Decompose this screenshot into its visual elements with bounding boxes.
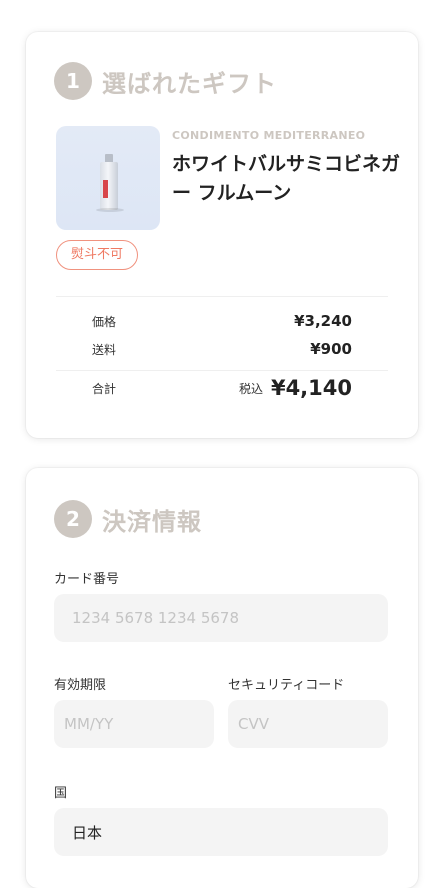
divider xyxy=(56,296,388,297)
bottle-label-icon xyxy=(103,180,108,198)
vinegar-bottle-image xyxy=(56,126,160,230)
payment-card: 2 決済情報 カード番号 有効期限 セキュリティコード 国 日本 xyxy=(26,468,418,888)
total-amount: 税込 ¥4,140 xyxy=(239,376,352,400)
step-number-badge: 2 xyxy=(54,500,92,538)
price-label: 価格 xyxy=(92,314,117,329)
bottle-shadow xyxy=(96,208,124,212)
price-row: 価格 ¥3,240 xyxy=(92,312,352,330)
card-number-label: カード番号 xyxy=(54,572,120,587)
country-label: 国 xyxy=(54,786,68,801)
total-value: ¥4,140 xyxy=(270,376,352,400)
total-row: 合計 税込 ¥4,140 xyxy=(92,376,352,400)
shipping-value: ¥900 xyxy=(310,340,352,358)
shipping-row: 送料 ¥900 xyxy=(92,340,352,358)
product-brand: CONDIMENTO MEDITERRANEO xyxy=(172,129,366,142)
card-number-input[interactable] xyxy=(54,594,388,642)
noshi-unavailable-badge: 熨斗不可 xyxy=(56,240,139,270)
cvv-label: セキュリティコード xyxy=(228,678,345,693)
gift-section-title: 選ばれたギフト xyxy=(102,69,277,98)
product-name: ホワイトバルサミコビネガー フルムーン xyxy=(172,153,401,204)
country-select[interactable]: 日本 xyxy=(54,808,388,856)
cvv-input[interactable] xyxy=(228,700,388,748)
divider xyxy=(56,370,388,371)
step-number-badge: 1 xyxy=(54,62,92,100)
tax-included-label: 税込 xyxy=(238,381,263,396)
gift-section-header: 1 選ばれたギフト xyxy=(54,62,277,100)
expiry-label: 有効期限 xyxy=(54,678,107,693)
shipping-label: 送料 xyxy=(92,342,117,357)
expiry-input[interactable] xyxy=(54,700,214,748)
price-value: ¥3,240 xyxy=(294,312,352,330)
payment-section-title: 決済情報 xyxy=(102,507,202,536)
payment-section-header: 2 決済情報 xyxy=(54,500,202,538)
total-label: 合計 xyxy=(92,381,117,396)
gift-summary-card: 1 選ばれたギフト CONDIMENTO MEDITERRANEO ホワイトバル… xyxy=(26,32,418,438)
